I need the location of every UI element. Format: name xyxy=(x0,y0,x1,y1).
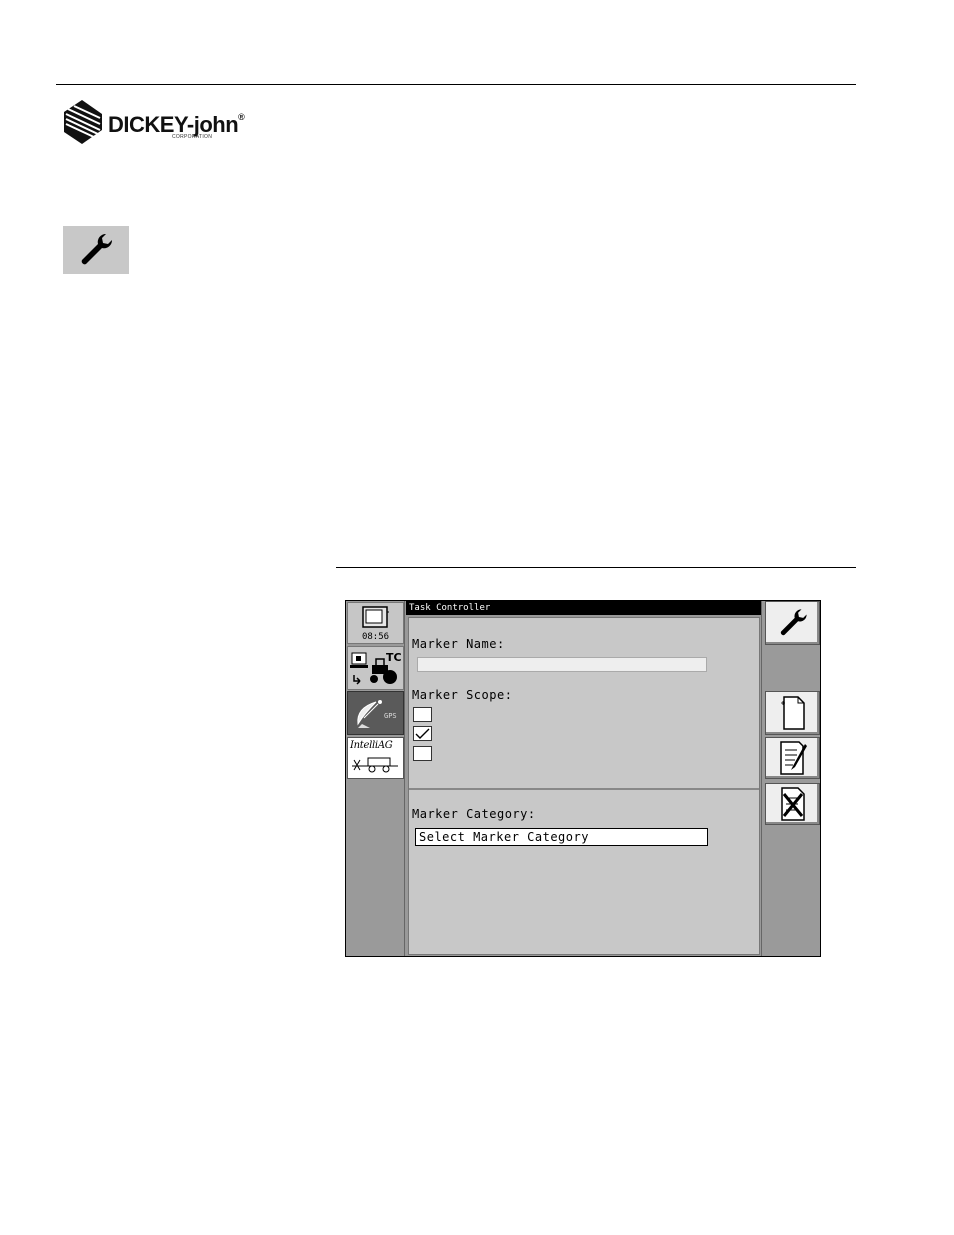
edit-marker-button[interactable] xyxy=(765,737,820,779)
wrench-icon xyxy=(81,233,113,265)
intelliag-label: IntelliAG xyxy=(350,740,393,751)
marker-scope-label: Marker Scope: xyxy=(412,688,513,702)
right-button-column xyxy=(761,601,820,956)
edit-document-icon xyxy=(779,741,807,775)
svg-text:TC: TC xyxy=(386,651,402,664)
figure-rule xyxy=(336,567,856,568)
settings-button[interactable] xyxy=(765,601,820,645)
new-document-icon xyxy=(780,696,805,730)
gps-button[interactable]: GPS xyxy=(347,691,404,735)
scope-checkbox-3[interactable] xyxy=(413,746,432,761)
display-clock-button[interactable]: 08:56 xyxy=(347,602,404,644)
left-button-column: 08:56 TC GPS IntelliAG xyxy=(346,601,405,956)
wrench-icon xyxy=(780,609,807,636)
checkmark-icon xyxy=(415,728,430,739)
brand-subtitle: CORPORATION xyxy=(172,134,213,140)
top-rule xyxy=(56,84,856,85)
window-title: Task Controller xyxy=(406,601,763,615)
implement-icon xyxy=(352,757,398,773)
terminal-screen: 08:56 TC GPS IntelliAG Task Controller M… xyxy=(345,600,821,957)
gps-label: GPS xyxy=(384,712,397,720)
dickey-john-mark-icon xyxy=(64,100,102,144)
delete-marker-button[interactable] xyxy=(765,783,820,825)
tractor-tc-icon: TC xyxy=(350,651,402,685)
marker-category-select[interactable]: Select Marker Category xyxy=(415,828,708,846)
new-marker-button[interactable] xyxy=(765,691,820,735)
section-divider xyxy=(409,788,759,790)
satellite-dish-icon xyxy=(357,700,382,728)
scope-checkbox-1[interactable] xyxy=(413,707,432,722)
section-wrench-icon xyxy=(63,226,129,274)
marker-form-panel: Marker Name: Marker Scope: Marker Catego… xyxy=(408,617,760,955)
delete-document-icon xyxy=(780,787,805,821)
marker-name-input[interactable] xyxy=(417,657,707,672)
dickey-john-logo: DICKEY-john® CORPORATION xyxy=(62,100,262,148)
clock-time: 08:56 xyxy=(361,632,390,642)
marker-name-label: Marker Name: xyxy=(412,637,505,651)
task-controller-button[interactable]: TC xyxy=(347,646,404,690)
scope-checkbox-2[interactable] xyxy=(413,726,432,741)
marker-category-label: Marker Category: xyxy=(412,807,536,821)
intelliag-button[interactable]: IntelliAG xyxy=(347,737,404,779)
monitor-icon xyxy=(362,606,389,628)
